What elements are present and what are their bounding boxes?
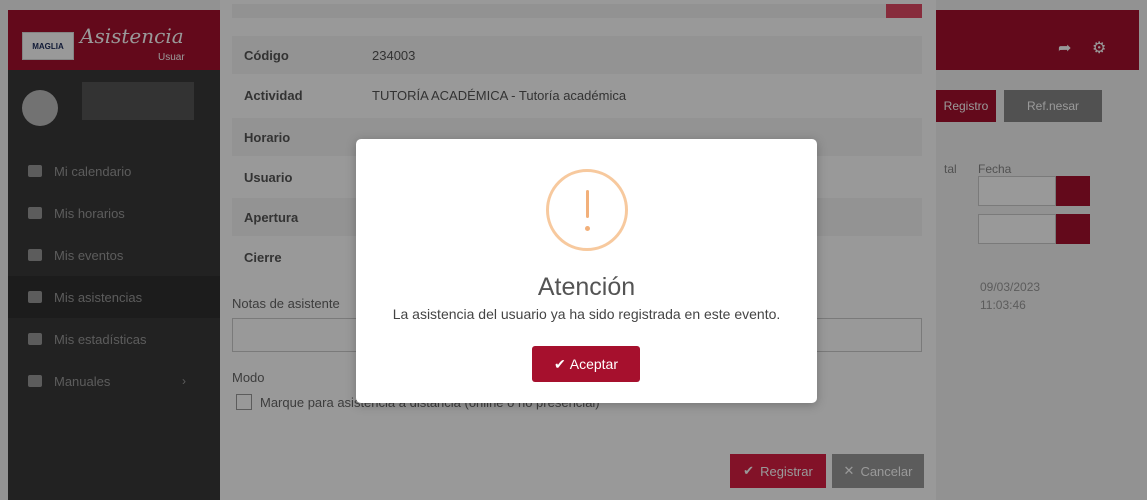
- check-icon: ✔: [554, 355, 566, 372]
- alert-message: La asistencia del usuario ya ha sido reg…: [392, 306, 781, 322]
- accept-button-label: Aceptar: [569, 356, 618, 372]
- accept-button[interactable]: ✔ Aceptar: [532, 346, 640, 382]
- app-root: MAGLIA Asistencia Usuar ➦ ⚙ Mi calendari…: [0, 0, 1147, 500]
- warning-icon: [546, 169, 628, 251]
- alert-dialog: Atención La asistencia del usuario ya ha…: [356, 139, 817, 403]
- alert-title: Atención: [537, 273, 636, 301]
